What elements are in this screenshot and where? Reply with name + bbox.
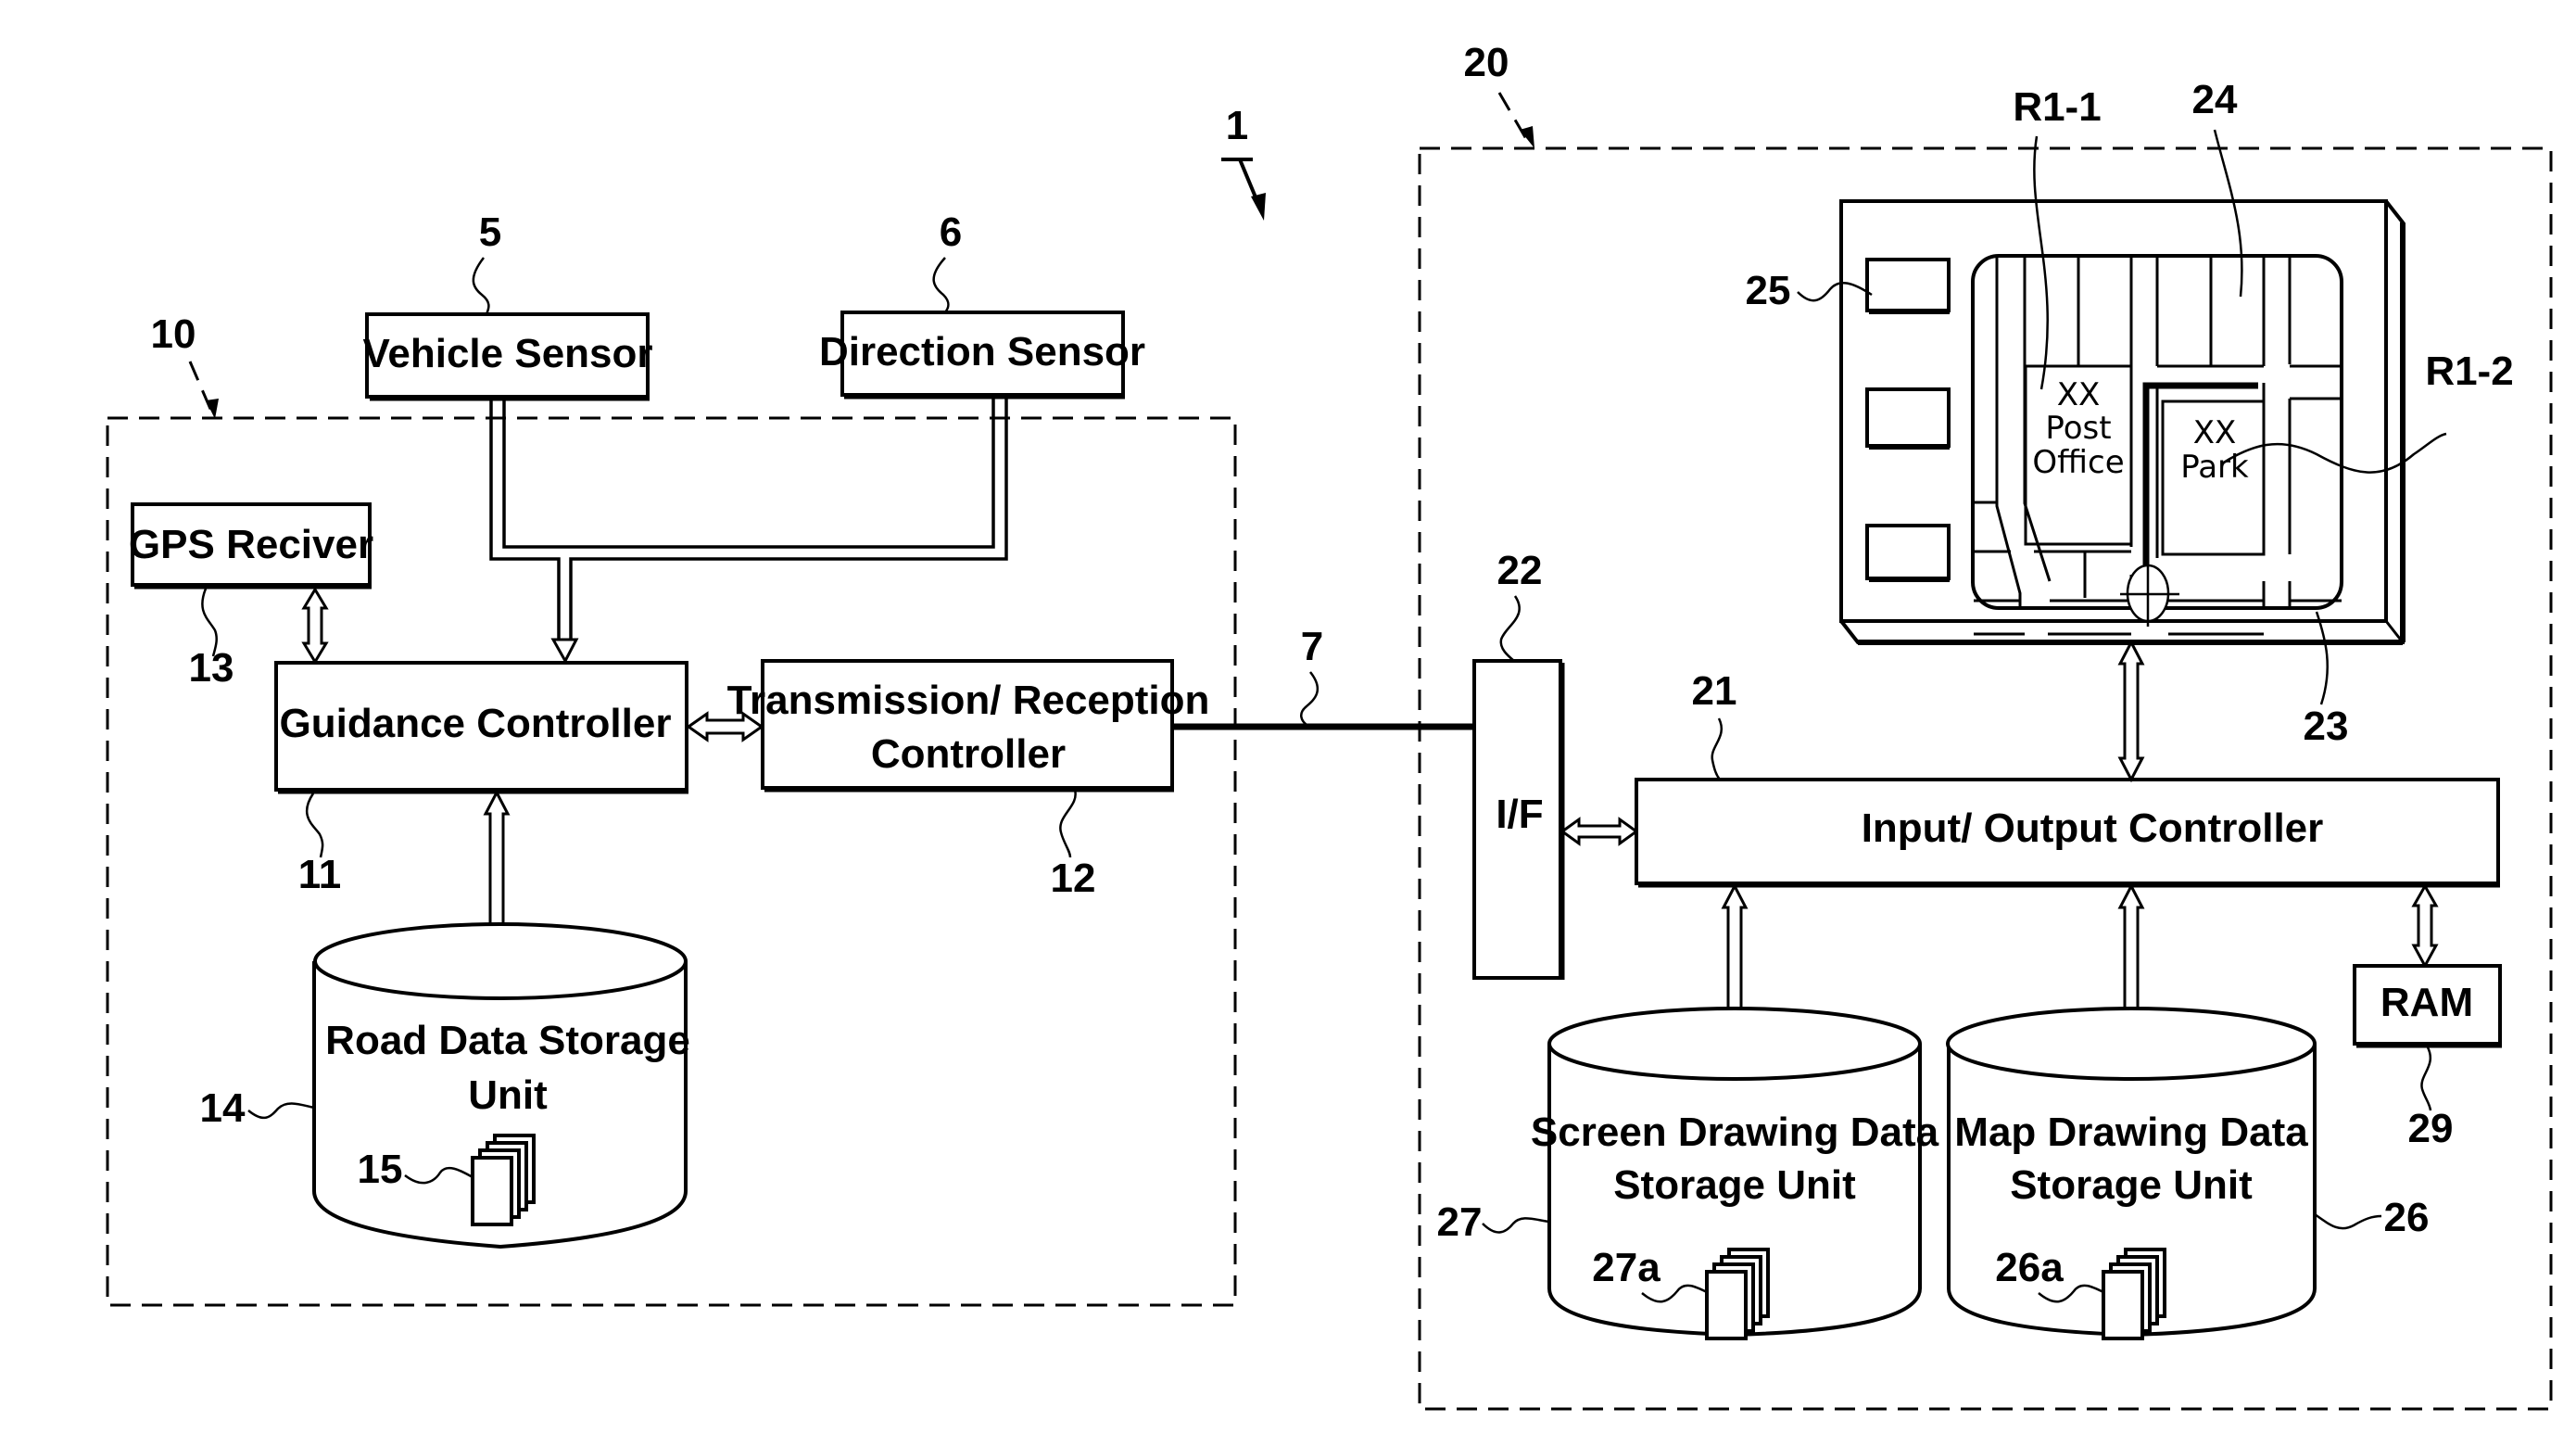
system-ref-label: 1 bbox=[1226, 103, 1248, 148]
io-controller-ref: 21 bbox=[1692, 668, 1737, 714]
transmission-reception-controller-block[interactable]: Transmission/ Reception Controller 12 bbox=[727, 659, 1210, 901]
road-storage-ref: 14 bbox=[200, 1085, 246, 1131]
transmission-controller-label-line2: Controller bbox=[871, 731, 1066, 777]
map-area-ref: 24 bbox=[2192, 77, 2238, 122]
screen-storage-label-line1: Screen Drawing Data bbox=[1531, 1110, 1939, 1155]
direction-sensor-label: Direction Sensor bbox=[819, 329, 1145, 374]
io-ram-arrow bbox=[2411, 882, 2439, 970]
map-storage-label-line2: Storage Unit bbox=[2010, 1162, 2253, 1208]
map-data-records-ref: 26a bbox=[1995, 1245, 2064, 1290]
interface-ref: 22 bbox=[1497, 548, 1543, 593]
input-output-controller-block[interactable]: Input/ Output Controller 21 bbox=[1635, 668, 2500, 888]
park-ref: R1-2 bbox=[2425, 349, 2513, 394]
screen-storage-ref: 27 bbox=[1437, 1199, 1483, 1245]
display-io-arrow bbox=[2117, 639, 2145, 783]
ram-label: RAM bbox=[2380, 980, 2473, 1025]
post-office-label-3: Office bbox=[2032, 444, 2124, 481]
map-drawing-data-storage-unit[interactable]: Map Drawing Data Storage Unit 26 26a bbox=[1946, 1007, 2430, 1340]
gps-receiver-ref: 13 bbox=[189, 645, 234, 691]
display-button-3[interactable] bbox=[1865, 524, 1951, 580]
display-button-1[interactable] bbox=[1865, 258, 1951, 312]
transmission-controller-label-line1: Transmission/ Reception bbox=[727, 678, 1210, 723]
vehicle-sensor-label: Vehicle Sensor bbox=[362, 331, 652, 376]
direction-sensor-block[interactable]: Direction Sensor 6 bbox=[819, 209, 1145, 400]
guidance-controller-ref: 11 bbox=[298, 852, 342, 897]
sensor-bus bbox=[489, 399, 1008, 665]
display-ref: 23 bbox=[2304, 704, 2349, 749]
vehicle-sensor-block[interactable]: Vehicle Sensor 5 bbox=[362, 209, 653, 401]
arrow-down-icon bbox=[550, 638, 579, 665]
gps-guidance-arrow bbox=[301, 587, 329, 665]
road-storage-label-line2: Unit bbox=[468, 1072, 548, 1118]
vehicle-unit-ref: 10 bbox=[151, 311, 196, 357]
screen-data-records-icon bbox=[1705, 1248, 1770, 1340]
park-label-1: XX bbox=[2193, 414, 2237, 451]
direction-sensor-ref: 6 bbox=[940, 209, 962, 255]
gps-receiver-label: GPS Reciver bbox=[129, 522, 373, 567]
post-office-label-1: XX bbox=[2057, 376, 2101, 413]
vehicle-sensor-ref: 5 bbox=[479, 209, 501, 255]
screen-drawing-data-storage-unit[interactable]: Screen Drawing Data Storage Unit 27 27a bbox=[1437, 1007, 1939, 1340]
interface-label: I/F bbox=[1496, 792, 1543, 837]
interface-io-arrow bbox=[1559, 817, 1639, 846]
road-data-storage-unit[interactable]: Road Data Storage Unit 14 15 bbox=[200, 922, 690, 1249]
terminal-unit-ref: 20 bbox=[1464, 40, 1509, 85]
ram-ref: 29 bbox=[2408, 1106, 2454, 1151]
display-button-2[interactable] bbox=[1865, 387, 1951, 448]
communication-link-ref: 7 bbox=[1301, 624, 1323, 669]
screen-data-records-ref: 27a bbox=[1592, 1245, 1661, 1290]
arrow-icon bbox=[1251, 193, 1266, 221]
post-office-ref: R1-1 bbox=[2013, 84, 2101, 130]
guidance-controller-block[interactable]: Guidance Controller 11 bbox=[274, 661, 688, 897]
map-storage-ref: 26 bbox=[2384, 1195, 2430, 1240]
road-storage-label-line1: Road Data Storage bbox=[325, 1018, 690, 1063]
map-data-records-icon bbox=[2102, 1248, 2166, 1340]
transmission-controller-ref: 12 bbox=[1051, 856, 1096, 901]
interface-block[interactable]: I/F 22 bbox=[1472, 548, 1565, 980]
display-buttons-ref: 25 bbox=[1746, 268, 1791, 313]
io-controller-label: Input/ Output Controller bbox=[1862, 805, 2324, 851]
road-data-records-ref: 15 bbox=[358, 1147, 403, 1192]
guidance-controller-label: Guidance Controller bbox=[280, 701, 672, 746]
ram-block[interactable]: RAM 29 bbox=[2353, 964, 2502, 1151]
system-reference: 1 bbox=[1221, 103, 1266, 221]
post-office-label-2: Post bbox=[2045, 410, 2111, 447]
navigation-system-diagram: 1 10 Vehicle Sensor 5 Direction Sensor 6 bbox=[106, 40, 2553, 1411]
map-storage-label-line1: Map Drawing Data bbox=[1954, 1110, 2308, 1155]
road-data-records-icon bbox=[471, 1134, 536, 1226]
communication-link: 7 bbox=[1172, 624, 1474, 730]
screen-storage-label-line2: Storage Unit bbox=[1613, 1162, 1856, 1208]
